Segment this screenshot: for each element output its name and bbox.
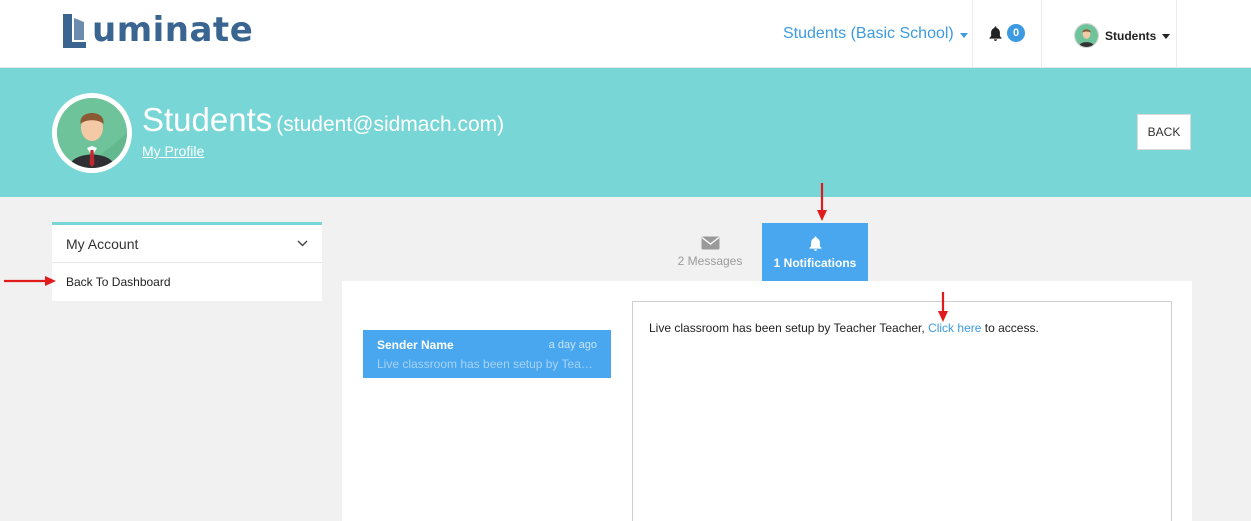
notification-sender: Sender Name: [377, 338, 454, 352]
school-selector[interactable]: Students (Basic School): [783, 25, 968, 43]
profile-email: (student@sidmach.com): [276, 113, 505, 136]
chevron-down-icon: [959, 32, 968, 38]
notification-time: a day ago: [548, 339, 597, 351]
user-menu[interactable]: Students: [1074, 23, 1171, 48]
nav-divider: [1041, 0, 1042, 68]
sidebar-item-label: Back To Dashboard: [66, 275, 171, 289]
notification-detail: Live classroom has been setup by Teacher…: [632, 301, 1172, 521]
notification-list-item[interactable]: Sender Name a day ago Live classroom has…: [363, 330, 611, 378]
chevron-down-icon: [1162, 34, 1171, 39]
avatar: [1074, 23, 1099, 48]
sidebar-item-back-to-dashboard[interactable]: Back To Dashboard: [52, 263, 322, 301]
my-account-label: My Account: [66, 235, 139, 252]
notification-count-badge: 0: [1007, 24, 1025, 42]
profile-name: Students: [142, 101, 273, 138]
nav-divider: [972, 0, 973, 68]
tab-notifications[interactable]: 1 Notifications: [762, 223, 868, 281]
notifications-button[interactable]: 0: [987, 24, 1025, 42]
tab-messages-label: 2 Messages: [677, 254, 743, 268]
notification-preview: Live classroom has been setup by Teacher…: [377, 357, 597, 371]
account-sidebar: My Account Back To Dashboard: [52, 222, 322, 301]
annotation-arrow-icon: [938, 292, 948, 322]
envelope-icon: [701, 236, 719, 250]
profile-title: Students (student@sidmach.com): [142, 101, 504, 139]
luminate-logo[interactable]: uminate: [60, 8, 253, 50]
top-navbar: uminate Students (Basic School) 0 Studen…: [0, 0, 1251, 68]
logo-mark-icon: [63, 14, 86, 48]
profile-avatar: [52, 93, 132, 173]
my-profile-link[interactable]: My Profile: [142, 143, 204, 159]
back-button[interactable]: BACK: [1137, 114, 1191, 150]
user-menu-label: Students: [1105, 28, 1157, 43]
bell-icon: [808, 235, 822, 251]
user-portrait-icon: [57, 98, 127, 168]
logo-text: uminate: [92, 10, 254, 50]
notification-detail-text-end: to access.: [981, 321, 1039, 335]
bell-icon: [989, 25, 1002, 41]
notification-detail-text: Live classroom has been setup by Teacher…: [649, 321, 929, 335]
school-selector-label: Students (Basic School): [783, 25, 954, 42]
annotation-arrow-icon: [817, 183, 827, 221]
tab-messages[interactable]: 2 Messages: [657, 223, 763, 281]
my-account-toggle[interactable]: My Account: [52, 225, 322, 263]
chevron-down-icon: [297, 240, 308, 247]
tab-notifications-label: 1 Notifications: [773, 255, 857, 270]
profile-banner: Students (student@sidmach.com) My Profil…: [0, 68, 1251, 197]
nav-divider: [1176, 0, 1177, 68]
annotation-arrow-icon: [4, 276, 56, 286]
